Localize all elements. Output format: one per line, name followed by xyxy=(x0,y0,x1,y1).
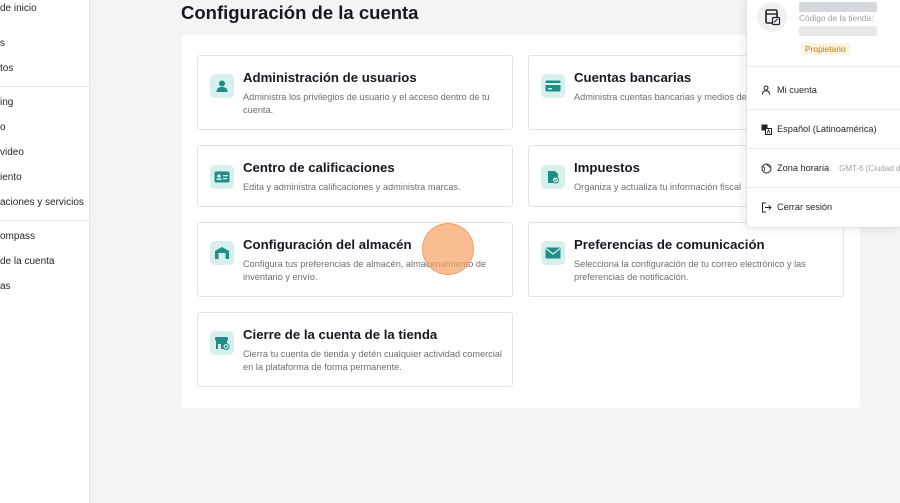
card-title: Preferencias de comunicación xyxy=(574,237,765,252)
cursor-highlight xyxy=(422,223,474,275)
menu-item-label: Zona horaria xyxy=(777,163,830,173)
translate-icon xyxy=(760,123,772,135)
menu-divider xyxy=(747,109,900,110)
card-title: Administración de usuarios xyxy=(243,70,417,85)
sidebar-item-home[interactable]: de inicio xyxy=(0,3,37,15)
menu-item-label: Español (Latinoamérica) xyxy=(777,124,877,134)
sidebar-item-account-settings[interactable]: de la cuenta xyxy=(0,256,55,268)
sidebar-item-4[interactable]: o xyxy=(0,122,6,134)
logout-icon xyxy=(760,201,772,213)
card-description: Edita y administra calificaciones y admi… xyxy=(243,182,461,192)
store-code-label: Código de la tienda: xyxy=(799,13,874,23)
sidebar-divider xyxy=(0,86,89,87)
timezone-value: GMT-6 (Ciudad d xyxy=(839,163,900,173)
menu-item-language[interactable]: Español (Latinoamérica) xyxy=(760,123,877,135)
card-title: Impuestos xyxy=(574,160,640,175)
sidebar-item-marketing[interactable]: ing xyxy=(0,97,13,109)
store-avatar-icon xyxy=(757,2,787,32)
warehouse-icon xyxy=(210,241,234,265)
sidebar-item-compass[interactable]: ompass xyxy=(0,231,35,243)
card-title: Cierre de la cuenta de la tienda xyxy=(243,327,438,342)
card-close-store-account[interactable]: Cierre de la cuenta de la tienda Cierra … xyxy=(197,312,513,387)
sidebar-item-6[interactable]: iento xyxy=(0,172,22,184)
store-name-redacted xyxy=(799,2,877,12)
card-communication-preferences[interactable]: Preferencias de comunicación Selecciona … xyxy=(528,222,844,297)
card-description: Cierra tu cuenta de tienda y detén cualq… xyxy=(243,349,502,372)
card-description: Administra los privilegios de usuario y … xyxy=(243,92,490,115)
menu-item-timezone[interactable]: Zona horaria GMT-6 (Ciudad d xyxy=(760,162,900,174)
card-user-management[interactable]: Administración de usuarios Administra lo… xyxy=(197,55,513,130)
mail-icon xyxy=(541,241,565,265)
tax-document-icon xyxy=(541,165,565,189)
menu-item-label: Mi cuenta xyxy=(777,85,817,95)
card-ratings-center[interactable]: Centro de calificaciones Edita y adminis… xyxy=(197,145,513,207)
id-card-icon xyxy=(210,165,234,189)
menu-item-label: Cerrar sesión xyxy=(777,202,833,212)
person-icon xyxy=(760,84,772,96)
role-badge: Propietario xyxy=(801,43,850,55)
card-description: Selecciona la configuración de tu correo… xyxy=(574,259,806,282)
sidebar-nav: de inicio s tos ing o video iento acione… xyxy=(0,0,90,503)
sidebar-item-10[interactable]: as xyxy=(0,281,11,293)
menu-divider xyxy=(747,148,900,149)
card-title: Configuración del almacén xyxy=(243,237,412,252)
globe-icon xyxy=(760,162,772,174)
user-icon xyxy=(210,74,234,98)
sidebar-item-products[interactable]: tos xyxy=(0,63,13,75)
menu-divider xyxy=(747,66,900,67)
sidebar-item-apps-services[interactable]: aciones y servicios xyxy=(0,197,84,209)
card-title: Cuentas bancarias xyxy=(574,70,692,85)
menu-divider xyxy=(747,187,900,188)
sidebar-item-video[interactable]: video xyxy=(0,147,24,159)
sidebar-item-orders[interactable]: s xyxy=(0,38,5,50)
menu-item-logout[interactable]: Cerrar sesión xyxy=(760,201,832,213)
page-title: Configuración de la cuenta xyxy=(181,2,419,23)
sidebar-divider xyxy=(0,220,89,221)
menu-item-my-account[interactable]: Mi cuenta xyxy=(760,84,817,96)
bank-card-icon xyxy=(541,74,565,98)
account-dropdown-menu: Código de la tienda: Propietario Mi cuen… xyxy=(746,0,900,228)
store-code-redacted xyxy=(799,26,877,36)
store-close-icon xyxy=(210,331,234,355)
card-title: Centro de calificaciones xyxy=(243,160,395,175)
